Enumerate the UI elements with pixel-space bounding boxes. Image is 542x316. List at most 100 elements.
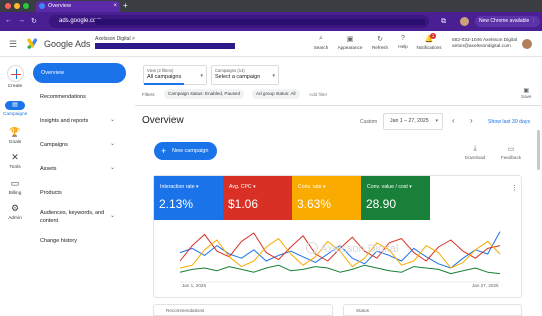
notification-count-badge: 1 xyxy=(430,33,436,39)
maximize-window-icon[interactable] xyxy=(23,3,29,9)
performance-chart-card: Interaction rate ▾ 2.13% Avg. CPC ▾ $1.0… xyxy=(153,175,522,298)
nav-item-products[interactable]: Products xyxy=(40,190,62,196)
recommendations-card: Recommendations xyxy=(153,304,333,316)
trophy-icon: 🏆 xyxy=(9,127,21,137)
previous-period-icon[interactable]: ‹ xyxy=(452,116,455,125)
download-icon: ⤓ xyxy=(473,145,477,152)
filters-label: Filters xyxy=(142,92,155,97)
browser-profile-avatar[interactable] xyxy=(460,17,469,26)
account-email: anton@axelssondigital.com xyxy=(452,44,511,49)
dropdown-arrow-icon: ▾ xyxy=(435,118,438,124)
watermark-logo-icon xyxy=(306,242,318,254)
browser-tab-overview[interactable]: Overview × xyxy=(36,1,120,12)
divider xyxy=(135,105,542,106)
google-ads-favicon-icon xyxy=(39,3,45,9)
new-tab-icon[interactable]: + xyxy=(123,0,128,12)
download-button[interactable]: ⤓ Download xyxy=(460,145,490,160)
chevron-down-icon[interactable]: ⌄ xyxy=(110,140,115,147)
view-selector[interactable]: View (2 filters) All campaigns ▾ xyxy=(143,65,207,85)
x-axis-start-label: Jan 1, 2025 xyxy=(182,283,207,288)
add-filter-button[interactable]: Add filter xyxy=(309,92,327,97)
filter-row: View (2 filters) All campaigns ▾ Campaig… xyxy=(135,57,542,105)
account-selector[interactable]: Axelsson Digital > xyxy=(95,36,135,42)
nav-item-change-history[interactable]: Change history xyxy=(40,238,77,244)
bell-icon: 🔔 xyxy=(424,36,434,43)
date-range-type: Custom xyxy=(360,119,378,125)
save-icon: ▣ xyxy=(523,88,530,94)
chevron-down-icon[interactable]: ⌄ xyxy=(110,164,115,171)
gear-icon: ⚙ xyxy=(10,203,20,213)
campaign-selector[interactable]: Campaigns (14) Select a campaign ▾ xyxy=(211,65,279,85)
dropdown-arrow-icon: ▾ xyxy=(272,73,275,79)
new-campaign-button[interactable]: + New campaign xyxy=(154,142,217,160)
close-tab-icon[interactable]: × xyxy=(113,1,117,12)
status-card: Status xyxy=(343,304,522,316)
tab-title: Overview xyxy=(48,3,71,9)
url-field[interactable]: ads.google.com xyxy=(49,15,429,28)
create-plus-icon xyxy=(6,65,24,82)
browser-address-bar: ← → ↻ ads.google.com ⧉ New Chrome availa… xyxy=(0,12,542,31)
show-last-30-days-link[interactable]: Show last 30 days xyxy=(488,119,530,125)
nav-item-recommendations[interactable]: Recommendations xyxy=(40,94,86,100)
nav-item-audiences[interactable]: Audiences, keywords, and content xyxy=(40,210,104,224)
close-window-icon[interactable] xyxy=(5,3,11,9)
reload-icon[interactable]: ↻ xyxy=(31,17,37,25)
search-button[interactable]: ⌕ Search xyxy=(306,35,336,50)
browser-menu-icon[interactable]: ⋮ xyxy=(531,18,536,24)
rail-item-campaigns[interactable]: ▤ Campaigns xyxy=(0,101,30,117)
rail-item-goals[interactable]: 🏆 Goals xyxy=(0,127,30,145)
section-nav: Overview Recommendations Insights and re… xyxy=(30,57,135,313)
metric-tile-conv-value-cost[interactable]: Conv. value / cost ▾ 28.90 xyxy=(361,176,430,220)
metric-tile-avg-cpc[interactable]: Avg. CPC ▾ $1.06 xyxy=(223,176,292,220)
x-axis-end-label: Jan 27, 2025 xyxy=(472,283,499,288)
plus-icon: + xyxy=(161,146,167,156)
page-title: Overview xyxy=(142,115,184,126)
new-chrome-available-button[interactable]: New Chrome available ⋮ xyxy=(475,16,540,27)
notifications-button[interactable]: 🔔 Notifications 1 xyxy=(414,33,444,50)
create-button[interactable]: Create xyxy=(0,65,30,89)
appearance-button[interactable]: ▣ Appearance xyxy=(335,35,365,50)
nav-item-campaigns[interactable]: Campaigns xyxy=(40,142,68,148)
campaigns-icon: ▤ xyxy=(5,101,25,110)
menu-icon[interactable]: ☰ xyxy=(9,39,17,50)
filter-chip-ad-group-status[interactable]: Ad group status: All xyxy=(252,89,300,99)
url-redaction xyxy=(95,19,425,25)
line-chart xyxy=(179,231,501,283)
billing-card-icon: ▭ xyxy=(10,178,20,188)
nav-item-assets[interactable]: Assets xyxy=(40,166,57,172)
tools-icon: ✕ xyxy=(11,152,19,162)
browser-tab-bar: Overview × + xyxy=(0,0,542,12)
view-selector-underline xyxy=(144,83,184,85)
account-id-redaction xyxy=(95,43,235,49)
back-icon[interactable]: ← xyxy=(5,17,12,24)
nav-item-insights[interactable]: Insights and reports xyxy=(40,118,88,124)
rail-item-admin[interactable]: ⚙ Admin xyxy=(0,203,30,221)
dropdown-arrow-icon: ▾ xyxy=(200,73,203,79)
metric-tile-conv-rate[interactable]: Conv. rate ▾ 3.63% xyxy=(292,176,361,220)
appearance-icon: ▣ xyxy=(346,36,354,43)
chart-more-options-icon[interactable]: ⋮ xyxy=(511,184,518,192)
next-period-icon[interactable]: › xyxy=(470,116,473,125)
scrollbar[interactable] xyxy=(537,130,540,170)
watermark-text: Axelsson Digital xyxy=(320,243,399,255)
date-range-picker[interactable]: Jan 1 – 27, 2025 ▾ xyxy=(383,113,443,130)
forward-icon[interactable]: → xyxy=(18,17,25,24)
rail-item-billing[interactable]: ▭ Billing xyxy=(0,178,30,196)
google-ads-logo-icon xyxy=(27,38,38,49)
tab-search-icon[interactable]: ⧉ xyxy=(441,18,446,26)
search-icon: ⌕ xyxy=(319,35,323,42)
save-button[interactable]: ▣ Save xyxy=(521,87,531,99)
user-avatar[interactable] xyxy=(522,39,532,49)
filter-chip-campaign-status[interactable]: Campaign status: Enabled, Paused xyxy=(164,89,245,99)
ads-header: ☰ Google Ads Axelsson Digital > ⌕ Search … xyxy=(0,31,542,57)
feedback-button[interactable]: ▭ Feedback xyxy=(496,145,526,160)
left-rail: Create ▤ Campaigns 🏆 Goals ✕ Tools ▭ Bil… xyxy=(0,57,30,313)
feedback-icon: ▭ xyxy=(507,146,515,153)
metric-tile-interaction-rate[interactable]: Interaction rate ▾ 2.13% xyxy=(154,176,223,220)
minimize-window-icon[interactable] xyxy=(14,3,20,9)
account-info: 582-033-1046 Axelsson Digital anton@axel… xyxy=(452,38,517,50)
chevron-down-icon[interactable]: ⌄ xyxy=(110,116,115,123)
rail-item-tools[interactable]: ✕ Tools xyxy=(0,152,30,170)
nav-item-overview[interactable]: Overview xyxy=(33,63,126,83)
chevron-down-icon[interactable]: ⌄ xyxy=(110,212,115,219)
